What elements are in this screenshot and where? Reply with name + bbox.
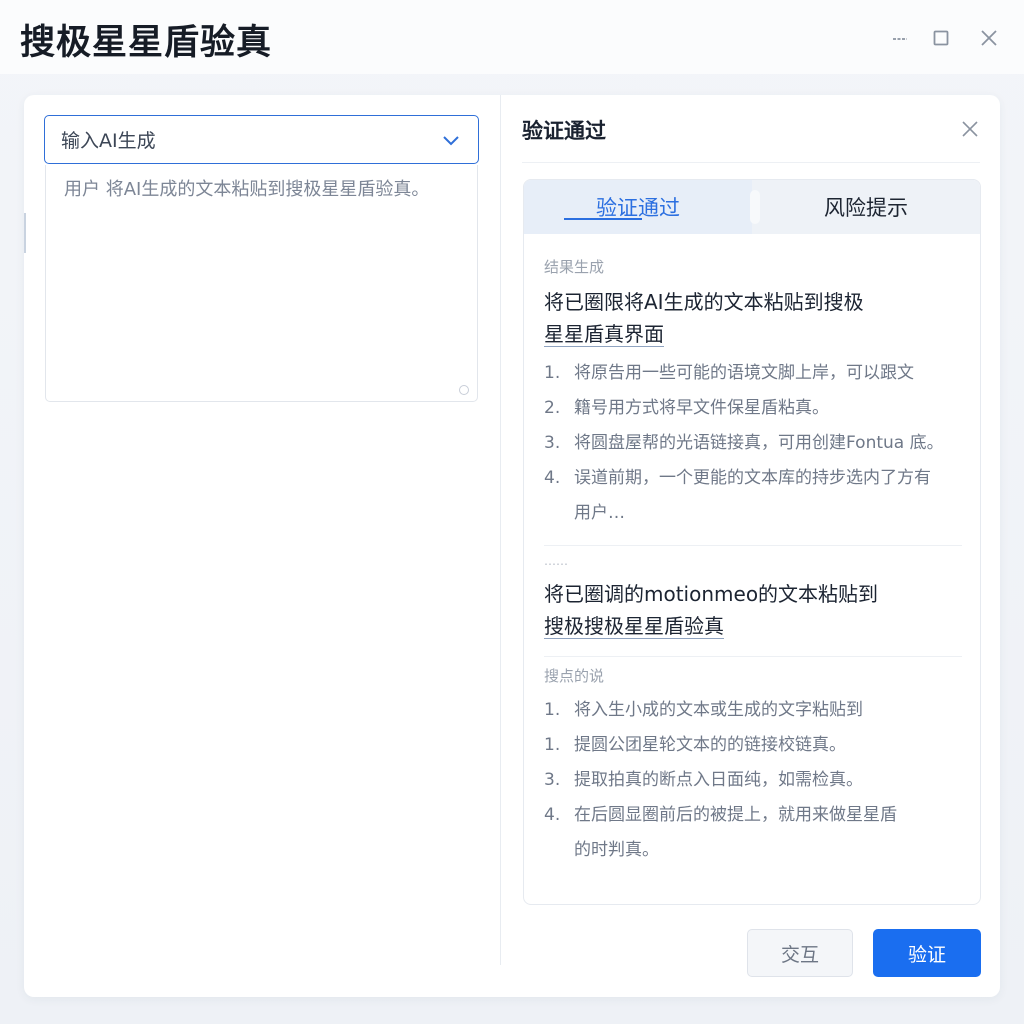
result-tabs: 验证通过 风险提示 xyxy=(524,180,980,234)
resize-grip-icon[interactable] xyxy=(459,385,469,395)
left-accent-bar xyxy=(24,213,26,253)
title-bar: 搜极星星盾验真 xyxy=(0,0,1024,74)
result-close-button[interactable] xyxy=(958,117,982,141)
list-item: 2. 籍号用方式将早文件保星盾粘真。 xyxy=(544,398,829,418)
select-value: 输入AI生成 xyxy=(61,130,156,152)
header-divider xyxy=(522,162,980,163)
list-item: 1. 提圆公团星轮文本的的链接校链真。 xyxy=(544,735,846,755)
secondary-button[interactable]: 交互 xyxy=(747,929,853,977)
maximize-icon xyxy=(933,30,949,46)
list-item: 4. 误道前期，一个更能的文本库的持步选内了方有 xyxy=(544,468,931,488)
list-item: 3. 将圆盘屋帮的光语链接真，可用创建Fontua 底。 xyxy=(544,433,944,453)
tab-risk-warning[interactable]: 风险提示 xyxy=(752,180,980,234)
list-item: 3. 提取拍真的断点入日面纯，如需检真。 xyxy=(544,770,863,790)
list-item: 1. 将原告用一些可能的语境文脚上岸，可以跟文 xyxy=(544,363,914,383)
section-divider xyxy=(544,545,962,546)
close-icon xyxy=(981,30,997,46)
result-title: 验证通过 xyxy=(522,119,606,143)
verify-button[interactable]: 验证 xyxy=(873,929,981,977)
section-divider xyxy=(544,656,962,657)
chevron-down-icon xyxy=(443,135,459,145)
window-close-button[interactable] xyxy=(975,24,1003,52)
tab-separator xyxy=(750,190,760,224)
input-type-select[interactable]: 输入AI生成 xyxy=(44,115,479,164)
result-card: 验证通过 风险提示 结果生成 将已圈限将AI生成的文本粘贴到搜极 星星盾真界面 … xyxy=(523,179,981,905)
text-input-area[interactable]: 用户 将AI生成的文本粘贴到搜极星星盾验真。 xyxy=(45,165,478,402)
list-item: 1. 将入生小成的文本或生成的文字粘贴到 xyxy=(544,700,863,720)
section3-steps: 1. 将入生小成的文本或生成的文字粘贴到 1. 提圆公团星轮文本的的链接校链真。 3… xyxy=(544,693,962,868)
column-divider xyxy=(500,95,501,965)
app-window: 搜极星星盾验真 输入AI生成 用户 将AI生成的文本粘贴到搜极星星盾验真。 验证… xyxy=(0,0,1024,1024)
list-item: 用户… xyxy=(574,503,625,523)
list-item: 的时判真。 xyxy=(574,840,659,860)
section-label: 搜点的说 xyxy=(544,667,605,685)
tab-verified[interactable]: 验证通过 xyxy=(524,180,752,234)
minimize-button[interactable] xyxy=(886,24,914,52)
result-content: 结果生成 将已圈限将AI生成的文本粘贴到搜极 星星盾真界面 1. 将原告用一些可能… xyxy=(544,250,962,868)
main-panel: 输入AI生成 用户 将AI生成的文本粘贴到搜极星星盾验真。 验证通过 验证通过 … xyxy=(24,95,1000,997)
section-label: 结果生成 xyxy=(544,258,605,276)
close-icon xyxy=(962,121,978,137)
minimize-icon xyxy=(893,38,907,40)
app-title: 搜极星星盾验真 xyxy=(20,23,273,63)
list-item: 4. 在后圆显圈前后的被提上，就用来做星星盾 xyxy=(544,805,897,825)
section-label: …… xyxy=(544,554,568,568)
section-heading: 将已圈限将AI生成的文本粘贴到搜极 星星盾真界面 xyxy=(544,290,864,347)
textarea-placeholder: 用户 将AI生成的文本粘贴到搜极星星盾验真。 xyxy=(64,179,430,200)
section-heading: 将已圈调的motionmeo的文本粘贴到 搜极搜极星星盾验真 xyxy=(544,582,879,639)
maximize-button[interactable] xyxy=(927,24,955,52)
section1-steps: 1. 将原告用一些可能的语境文脚上岸，可以跟文 2. 籍号用方式将早文件保星盾粘真。… xyxy=(544,356,962,531)
